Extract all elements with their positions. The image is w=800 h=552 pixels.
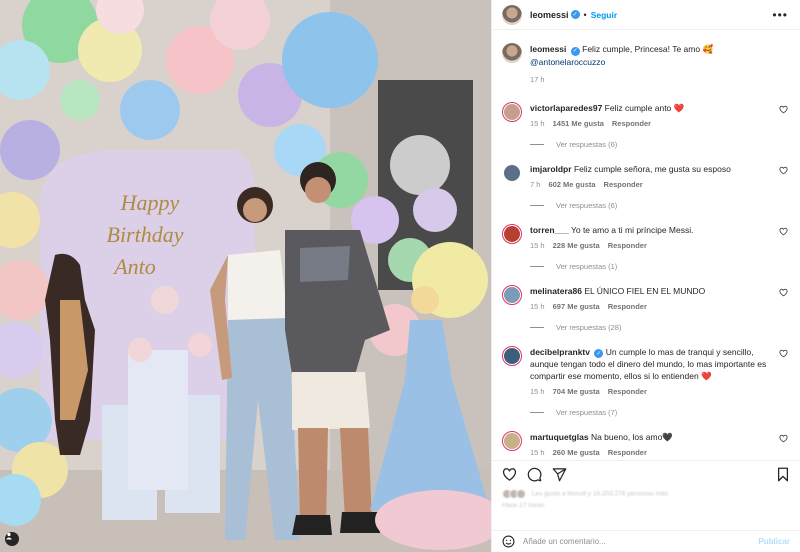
sign-line-3: Anto	[112, 254, 156, 279]
verified-icon: ✓	[570, 10, 580, 19]
reply-button[interactable]: Responder	[608, 240, 647, 252]
comment-item: torren___ Yo te amo a ti mi príncipe Mes…	[502, 223, 788, 252]
post-age: Hace 17 horas	[502, 502, 545, 509]
heart-icon[interactable]	[779, 349, 788, 358]
heart-icon[interactable]	[779, 227, 788, 236]
caption-username[interactable]: leomessi	[530, 44, 566, 54]
view-replies-button[interactable]: Ver respuestas (1)	[530, 262, 788, 271]
photo-illustration: Happy Birthday Anto	[0, 0, 491, 552]
heart-icon[interactable]	[779, 105, 788, 114]
sign-line-2: Birthday	[107, 222, 184, 247]
comment-item: melinatera86 EL ÚNICO FIEL EN EL MUNDO 1…	[502, 284, 788, 313]
comment-username[interactable]: melinatera86	[530, 286, 582, 296]
comment-item: martuquetglas Na bueno, los amo🖤 15 h 26…	[502, 431, 788, 459]
caption-avatar[interactable]	[502, 43, 522, 63]
likes-count[interactable]: Les gusta a fitonoll y 16.203.278 person…	[532, 491, 668, 498]
verified-icon: ✓	[570, 46, 580, 56]
comment-username[interactable]: victorlaparedes97	[530, 103, 602, 113]
comment-time: 15 h	[530, 118, 545, 128]
commenter-avatar[interactable]	[502, 284, 522, 305]
save-icon[interactable]	[776, 467, 790, 482]
sign-line-1: Happy	[120, 190, 180, 215]
commenter-avatar[interactable]	[502, 431, 522, 451]
verified-icon: ✓	[594, 349, 604, 358]
post-photo[interactable]: Happy Birthday Anto	[0, 0, 491, 552]
comment-username[interactable]: imjaroldpr	[530, 164, 572, 174]
view-replies-button[interactable]: Ver respuestas (6)	[530, 140, 788, 149]
comment-username[interactable]: decibelpranktv	[530, 347, 590, 357]
caption-text: Feliz cumple, Princesa! Te amo 🥰	[582, 44, 714, 54]
comment-likes[interactable]: 228 Me gusta	[553, 240, 600, 252]
comment-likes[interactable]: 1451 Me gusta	[553, 118, 604, 130]
header-separator: •	[583, 9, 587, 20]
like-heart-icon[interactable]	[502, 467, 517, 482]
likes-summary: Les gusta a fitonoll y 16.203.278 person…	[502, 489, 790, 517]
publish-button[interactable]: Publicar	[758, 537, 790, 546]
view-replies-label: Ver respuestas (6)	[556, 139, 618, 149]
comment-likes[interactable]: 697 Me gusta	[553, 301, 600, 313]
author-username[interactable]: leomessi	[530, 10, 569, 20]
emoji-icon[interactable]	[502, 535, 515, 548]
author-avatar[interactable]	[502, 4, 522, 25]
heart-icon[interactable]	[779, 288, 788, 297]
commenter-avatar[interactable]	[502, 223, 522, 244]
view-replies-label: Ver respuestas (7)	[556, 408, 618, 417]
comment-text: Feliz cumple anto	[604, 102, 672, 113]
reply-button[interactable]: Responder	[604, 179, 643, 191]
comment-item: victorlaparedes97 Feliz cumple anto ❤️ 1…	[502, 101, 788, 130]
add-comment-bar: Añade un comentario... Publicar	[492, 530, 800, 552]
post-container: Happy Birthday Anto leomessi ✓ • Seguir …	[0, 0, 800, 552]
share-icon[interactable]	[552, 467, 567, 482]
follow-button[interactable]: Seguir	[591, 10, 617, 20]
comment-time: 15 h	[530, 240, 545, 250]
caption-mention[interactable]: @antonelaroccuzzo	[530, 57, 605, 67]
comment-text: Na bueno, los amo🖤	[590, 432, 673, 442]
view-replies-label: Ver respuestas (6)	[556, 200, 618, 210]
comments-list[interactable]: leomessi ✓ Feliz cumple, Princesa! Te am…	[492, 31, 800, 459]
comment-input[interactable]: Añade un comentario...	[523, 537, 758, 546]
comment-time: 15 h	[530, 387, 545, 396]
comment-time: 15 h	[530, 448, 545, 457]
post-sidebar: leomessi ✓ • Seguir ••• leomessi ✓ Feliz…	[491, 0, 800, 552]
likes-text-row: Les gusta a fitonoll y 16.203.278 person…	[502, 489, 790, 499]
tag-person-icon[interactable]	[5, 532, 19, 546]
view-replies-label: Ver respuestas (1)	[556, 261, 618, 271]
heart-icon[interactable]	[779, 166, 788, 175]
comment-item: decibelpranktv ✓ Un cumple lo mas de tra…	[502, 345, 788, 399]
view-replies-button[interactable]: Ver respuestas (28)	[530, 323, 788, 332]
comment-likes[interactable]: 704 Me gusta	[553, 386, 600, 398]
comment-time: 7 h	[530, 179, 541, 189]
comment-likes[interactable]: 602 Me gusta	[548, 179, 595, 191]
comment-text: Yo te amo a ti mi príncipe Messi.	[570, 224, 694, 235]
reply-button[interactable]: Responder	[608, 301, 647, 313]
view-replies-button[interactable]: Ver respuestas (7)	[530, 408, 788, 417]
commenter-avatar[interactable]	[502, 345, 522, 366]
comment-text: Feliz cumple señora, me gusta su esposo	[573, 163, 731, 174]
liker-avatars[interactable]	[502, 489, 526, 499]
comment-emoji: ❤️	[701, 371, 712, 381]
commenter-avatar[interactable]	[502, 101, 522, 122]
view-replies-label: Ver respuestas (28)	[556, 322, 622, 332]
commenter-avatar[interactable]	[502, 163, 522, 183]
comment-item: imjaroldpr Feliz cumple señora, me gusta…	[502, 163, 788, 191]
heart-icon[interactable]	[779, 434, 788, 443]
comment-username[interactable]: torren___	[530, 225, 569, 235]
reply-button[interactable]: Responder	[612, 118, 651, 130]
comment-time: 15 h	[530, 301, 545, 311]
comment-username[interactable]: martuquetglas	[530, 432, 589, 442]
view-replies-button[interactable]: Ver respuestas (6)	[530, 201, 788, 210]
post-caption: leomessi ✓ Feliz cumple, Princesa! Te am…	[502, 31, 788, 86]
comment-likes[interactable]: 260 Me gusta	[553, 447, 600, 459]
action-bar	[492, 460, 800, 488]
more-options-icon[interactable]: •••	[772, 8, 788, 22]
comment-emoji: ❤️	[673, 102, 685, 113]
reply-button[interactable]: Responder	[608, 386, 647, 398]
comment-text: EL ÚNICO FIEL EN EL MUNDO	[584, 285, 706, 296]
caption-time: 17 h	[530, 74, 545, 84]
post-header: leomessi ✓ • Seguir •••	[492, 0, 800, 30]
comment-icon[interactable]	[527, 467, 542, 482]
reply-button[interactable]: Responder	[608, 447, 647, 459]
